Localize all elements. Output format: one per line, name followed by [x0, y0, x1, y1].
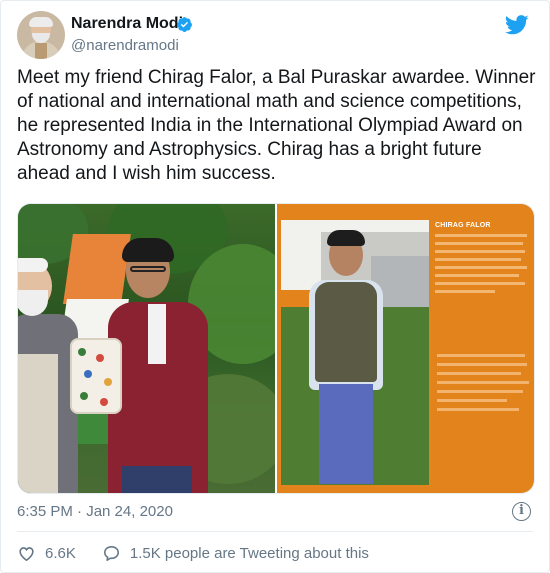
photo-award-poster[interactable]: CHIRAG FALOR: [277, 204, 534, 493]
photo-award-handover[interactable]: [18, 204, 275, 493]
tweet-text-line: Astronomy and Astrophysics. Chirag has a…: [17, 139, 482, 160]
tweet-text-line: Meet my friend Chirag Falor, a Bal Puras…: [17, 67, 536, 88]
profile-avatar[interactable]: [17, 11, 65, 59]
tweet-text-line: he represented India in the Internationa…: [17, 115, 523, 136]
author-handle[interactable]: @narendramodi: [71, 37, 179, 54]
tweet-text: Meet my friend Chirag Falor, a Bal Puras…: [17, 66, 537, 186]
poster-title: CHIRAG FALOR: [435, 222, 491, 229]
tweet-card: Narendra Modi @narendramodi Meet my frie…: [0, 0, 550, 573]
reply-button[interactable]: 1.5K people are Tweeting about this: [102, 544, 369, 563]
divider: [17, 531, 533, 532]
twitter-bird-icon[interactable]: [505, 15, 529, 35]
poster-text-block-hindi: [437, 354, 529, 417]
like-button[interactable]: 6.6K: [17, 544, 76, 563]
tweet-media: CHIRAG FALOR: [17, 203, 535, 494]
tweet-actions: 6.6K 1.5K people are Tweeting about this: [17, 541, 369, 565]
speech-bubble-icon: [103, 545, 119, 561]
verified-badge-icon: [177, 17, 192, 32]
like-count: 6.6K: [45, 544, 76, 562]
info-icon[interactable]: i: [512, 502, 531, 521]
author-name[interactable]: Narendra Modi: [71, 15, 183, 33]
poster-text-block: [435, 234, 527, 298]
reply-text: 1.5K people are Tweeting about this: [129, 544, 369, 562]
heart-icon: [19, 546, 34, 561]
tweet-text-line: of national and international math and s…: [17, 91, 522, 112]
tweet-timestamp[interactable]: 6:35 PM · Jan 24, 2020: [17, 503, 173, 520]
tweet-text-line: ahead and I wish him success.: [17, 163, 276, 184]
